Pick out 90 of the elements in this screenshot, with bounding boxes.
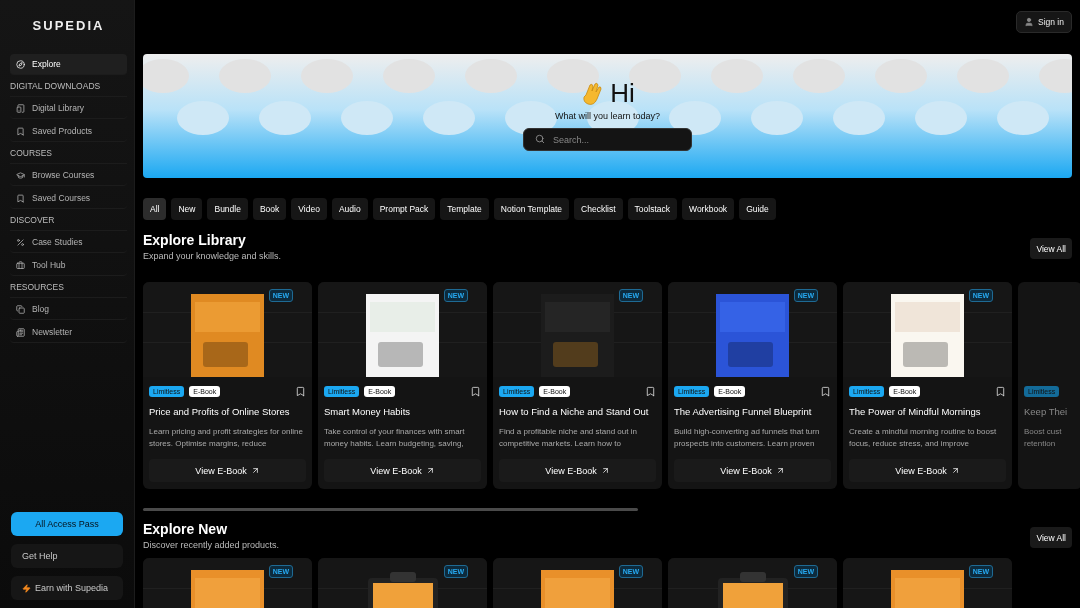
filter-tab[interactable]: Video [291, 198, 327, 220]
arrow-icon [775, 466, 785, 475]
filter-tab[interactable]: Checklist [574, 198, 623, 220]
nav-icon [16, 59, 25, 69]
nav-label: Browse Courses [32, 170, 95, 180]
nav-icon [16, 103, 25, 113]
sidebar-button[interactable]: Earn with Supedia [11, 576, 123, 600]
nav-item[interactable]: Tool Hub [10, 255, 127, 276]
section-heading: COURSES [10, 143, 127, 164]
section-subtitle: Discover recently added products. [143, 540, 280, 550]
search-icon [535, 134, 545, 144]
nav-label: Digital Library [32, 103, 84, 113]
scrollbar[interactable] [143, 508, 638, 511]
card-description: Create a mindful morning routine to boost focus, reduce stress, and improve [849, 426, 998, 450]
filter-tab[interactable]: Notion Template [493, 198, 570, 220]
nav-icon [16, 304, 25, 314]
waving-hand-icon [580, 80, 605, 107]
lightning-icon [22, 583, 31, 593]
card-description: Learn pricing and profit strategies for online stores. Optimise margins, reduce [149, 426, 304, 450]
card-title: The Advertising Funnel Blueprint [674, 406, 813, 417]
filter-tab[interactable]: Prompt Pack [372, 198, 436, 220]
arrow-icon [425, 466, 435, 475]
section-title: Explore Library [143, 232, 247, 248]
bookmark-icon[interactable] [645, 386, 656, 397]
bookmark-icon[interactable] [295, 386, 306, 397]
nav-item[interactable]: Digital Library [10, 98, 127, 119]
filter-tab[interactable]: Audio [331, 198, 368, 220]
nav-label: Blog [32, 304, 49, 314]
nav-item[interactable]: Blog [10, 299, 127, 320]
bookmark-icon[interactable] [470, 386, 481, 397]
card-description: Build high-converting ad funnels that turn prospects into customers. Learn proven [674, 426, 821, 450]
greeting: Hi [610, 78, 635, 109]
filter-tab[interactable]: All [143, 198, 167, 220]
nav-label: Saved Products [32, 126, 92, 136]
view-all-button[interactable]: View All [1030, 527, 1072, 548]
view-ebook-button[interactable]: View E-Book [324, 459, 481, 482]
filter-tab[interactable]: Template [440, 198, 489, 220]
nav-label: Saved Courses [32, 193, 91, 203]
nav-item[interactable]: Saved Courses [10, 188, 127, 209]
nav-icon [16, 126, 25, 136]
nav-icon [16, 260, 25, 270]
card-title: The Power of Mindful Mornings [849, 406, 982, 417]
bookmark-icon[interactable] [820, 386, 831, 397]
card-description: Boost cust retention [1024, 426, 1063, 450]
sign-in-button[interactable]: Sign in [1016, 11, 1072, 33]
card-description: Take control of your finances with smart money habits. Learn budgeting, saving, [324, 426, 466, 450]
nav-icon [16, 193, 25, 203]
sidebar-button[interactable]: Get Help [11, 544, 123, 568]
arrow-icon [600, 466, 610, 475]
filter-tab[interactable]: Guide [739, 198, 776, 220]
view-ebook-button[interactable]: View E-Book [849, 459, 1006, 482]
hero-subtitle: What will you learn today? [554, 111, 661, 121]
arrow-icon [950, 466, 960, 475]
section-heading: RESOURCES [10, 277, 127, 298]
section-subtitle: Expand your knowledge and skills. [143, 251, 282, 261]
section-heading: DIGITAL DOWNLOADS [10, 76, 127, 97]
nav-icon [16, 237, 25, 247]
nav-label: Newsletter [32, 327, 73, 337]
nav-label: Tool Hub [32, 260, 66, 270]
filter-tab[interactable]: Workbook [682, 198, 735, 220]
section-title: Explore New [143, 521, 229, 537]
filter-tab[interactable]: New [171, 198, 203, 220]
card-description: Find a profitable niche and stand out in competitive markets. Learn how to [499, 426, 638, 450]
nav-icon [16, 327, 25, 337]
brand-logo[interactable]: SUPEDIA [10, 0, 127, 53]
view-ebook-button[interactable]: View E-Book [499, 459, 656, 482]
filter-tab[interactable]: Bundle [207, 198, 248, 220]
filter-tab[interactable]: Book [252, 198, 287, 220]
access-pass-button[interactable]: All Access Pass [11, 512, 123, 536]
bookmark-icon[interactable] [995, 386, 1006, 397]
nav-item[interactable]: Newsletter [10, 322, 127, 343]
nav-item[interactable]: Saved Products [10, 121, 127, 142]
nav-label: Explore [32, 59, 61, 69]
filter-tab[interactable]: Toolstack [627, 198, 677, 220]
card-title: Price and Profits of Online Stores [149, 406, 291, 417]
view-all-button[interactable]: View All [1030, 238, 1072, 259]
view-ebook-button[interactable]: View E-Book [149, 459, 306, 482]
card-title: Keep Thei [1024, 406, 1069, 417]
arrow-icon [250, 466, 260, 475]
user-icon [1024, 17, 1034, 27]
section-heading: DISCOVER [10, 210, 127, 231]
nav-item[interactable]: Explore [10, 54, 127, 75]
search-field[interactable]: Search... [523, 128, 692, 151]
nav-label: Case Studies [32, 237, 83, 247]
card-title: How to Find a Niche and Stand Out [499, 406, 650, 417]
nav-item[interactable]: Case Studies [10, 232, 127, 253]
nav-item[interactable]: Browse Courses [10, 165, 127, 186]
nav-icon [16, 170, 25, 180]
card-title: Smart Money Habits [324, 406, 412, 417]
view-ebook-button[interactable]: View E-Book [674, 459, 831, 482]
